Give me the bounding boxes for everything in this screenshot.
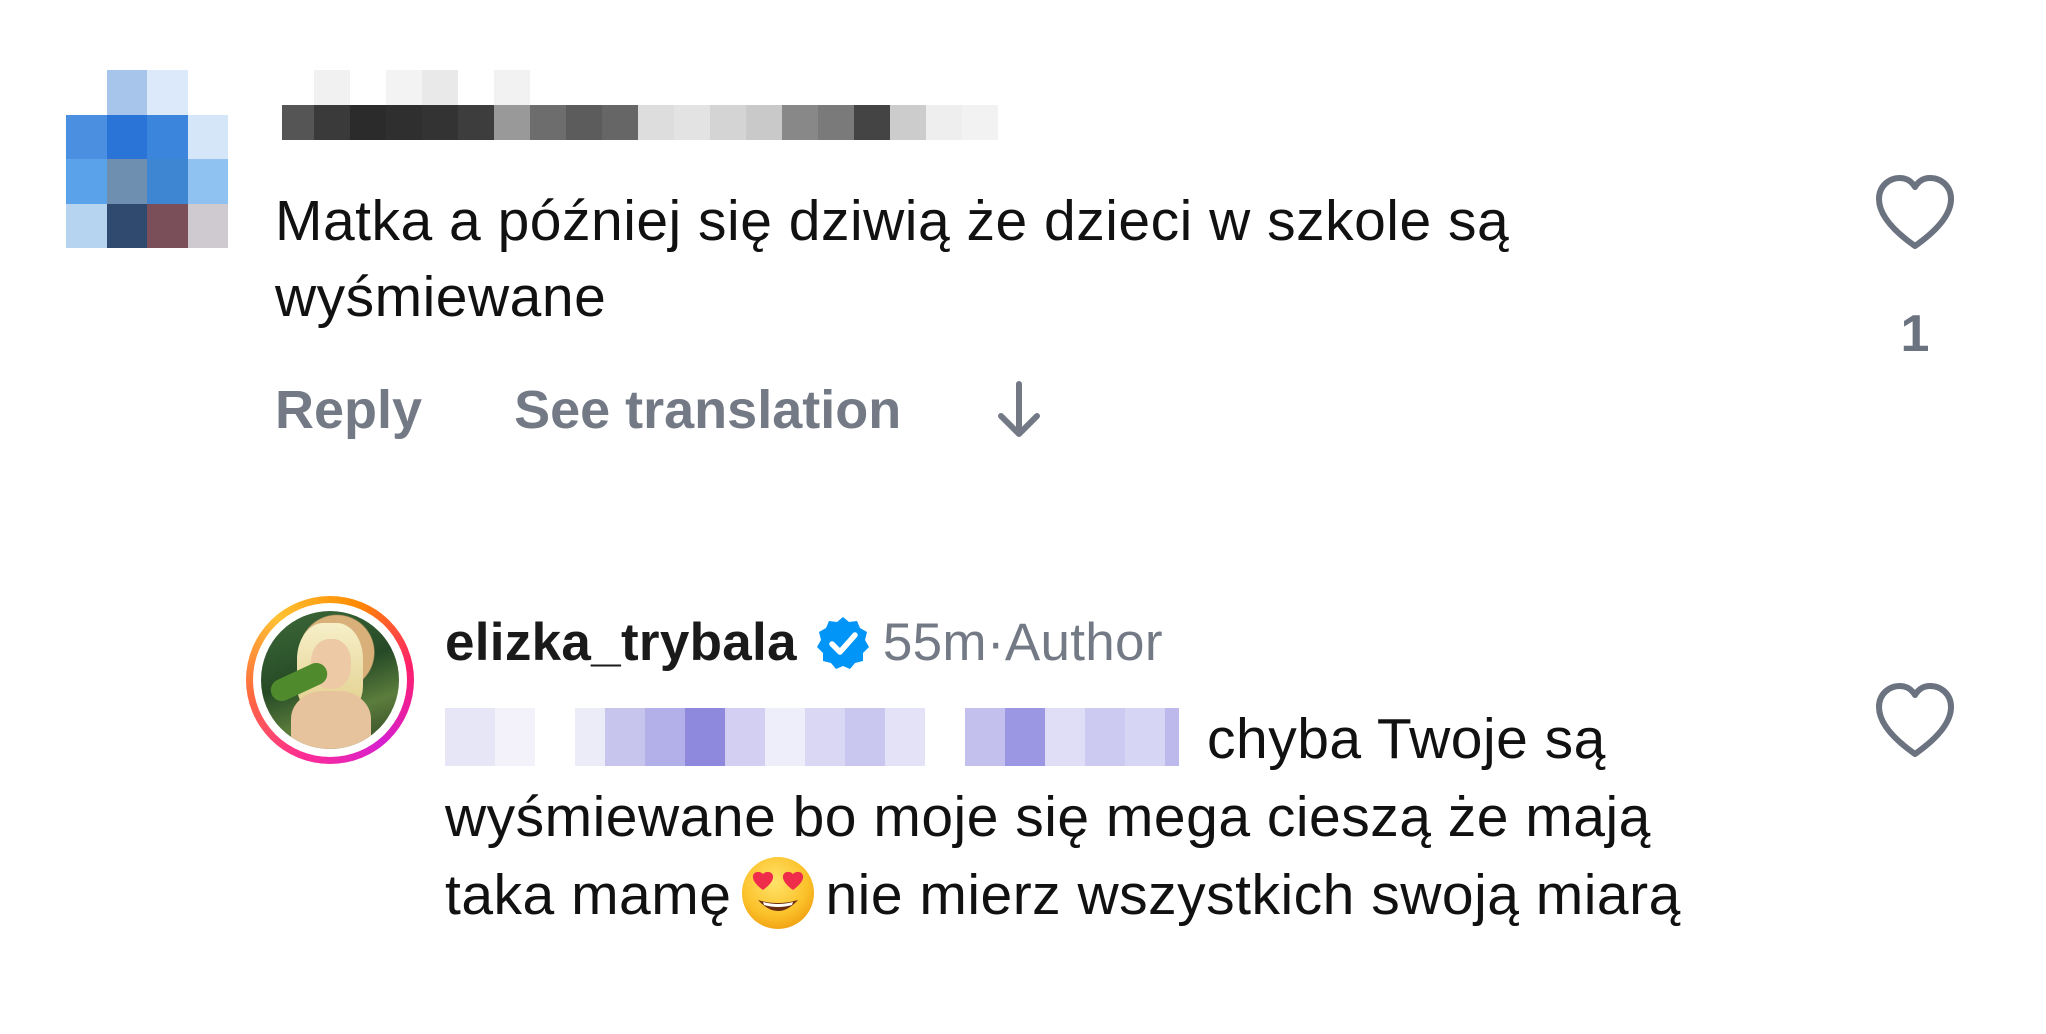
like-count: 1 [1900,305,1930,363]
author-username[interactable]: elizka_trybala [445,612,797,673]
avatar-ring [253,603,407,757]
arrow-down-icon[interactable] [991,378,1047,442]
avatar-photo [261,611,399,749]
reply-text: chyba Twoje są wyśmiewane bo moje się me… [445,700,1765,938]
heart-outline-icon [1876,175,1954,249]
reply-like-button[interactable] [1871,680,1959,760]
mention-redacted[interactable] [445,707,1195,766]
like-button[interactable] [1871,172,1959,252]
meta-separator: · [986,613,1005,672]
comment-text: Matka a później się dziwią że dzieci w s… [275,189,1510,329]
comment-actions: Reply See translation [275,378,1047,442]
heart-outline-icon [1876,683,1954,757]
commenter-avatar[interactable] [66,70,228,248]
reply-button[interactable]: Reply [275,379,422,441]
reply-text-line2: nie mierz wszystkich swoją miarą [825,863,1681,927]
author-avatar[interactable] [246,596,414,764]
commenter-username-redacted[interactable] [282,70,1002,140]
reply-header: elizka_trybala 55m · Author [445,612,1163,673]
see-translation-button[interactable]: See translation [514,379,901,441]
verified-badge-icon [816,616,869,669]
author-badge: Author [1004,613,1163,672]
heart-eyes-emoji [739,854,817,932]
reply-time: 55m [882,613,987,672]
